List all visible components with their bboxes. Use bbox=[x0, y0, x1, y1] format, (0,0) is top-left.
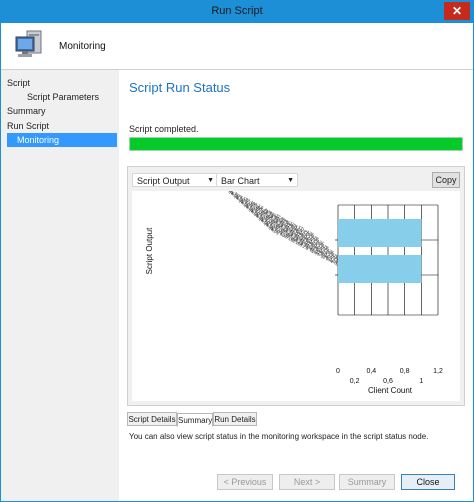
results-toolbar: Script Output ▼ Bar Chart ▼ Copy bbox=[132, 171, 460, 189]
chevron-down-icon: ▼ bbox=[207, 177, 214, 184]
bar bbox=[338, 219, 422, 247]
page-title: Script Run Status bbox=[129, 80, 231, 95]
x-tick-label: 1 bbox=[419, 378, 423, 385]
x-tick-label: 0,8 bbox=[400, 368, 410, 375]
previous-button[interactable]: < Previous bbox=[217, 474, 273, 490]
computer-monitor-icon bbox=[15, 30, 42, 57]
sidebar-item-summary[interactable]: Summary bbox=[7, 104, 117, 118]
copy-button[interactable]: Copy bbox=[432, 172, 460, 188]
title-bar[interactable]: Run Script ✕ bbox=[1, 1, 473, 23]
info-text: You can also view script status in the m… bbox=[129, 432, 429, 441]
header-title: Monitoring bbox=[59, 41, 106, 52]
wizard-header: Monitoring bbox=[1, 23, 473, 70]
chevron-down-icon: ▼ bbox=[287, 177, 294, 184]
status-text: Script completed. bbox=[129, 124, 199, 134]
x-tick-label: 0,6 bbox=[383, 378, 393, 385]
sidebar-item-run-script[interactable]: Run Script bbox=[7, 119, 117, 133]
results-panel: Script Output ▼ Bar Chart ▼ Copy Reply f… bbox=[127, 166, 465, 406]
view-select[interactable]: Bar Chart ▼ bbox=[216, 173, 298, 187]
run-script-window: Run Script ✕ Monitoring Script Script Pa… bbox=[0, 0, 474, 502]
close-icon[interactable]: ✕ bbox=[444, 2, 470, 20]
x-tick-label: 0,4 bbox=[366, 368, 376, 375]
sidebar-item-script[interactable]: Script bbox=[7, 76, 117, 90]
next-button[interactable]: Next > bbox=[279, 474, 335, 490]
bar bbox=[338, 255, 422, 283]
bar-chart: Reply from 192.168.2.5: bytes=32 time<1m… bbox=[145, 185, 443, 395]
sidebar-item-monitoring[interactable]: Monitoring bbox=[7, 133, 117, 147]
tab-run-details[interactable]: Run Details bbox=[213, 412, 257, 426]
view-select-value: Bar Chart bbox=[221, 176, 260, 186]
summary-button[interactable]: Summary bbox=[339, 474, 395, 490]
tab-summary[interactable]: Summary bbox=[177, 413, 213, 427]
main-content: Script Run Status Script completed. Scri… bbox=[119, 70, 473, 501]
output-select-value: Script Output bbox=[137, 176, 190, 186]
close-button[interactable]: Close bbox=[401, 474, 455, 490]
x-tick-label: 0 bbox=[336, 368, 340, 375]
x-tick-label: 1,2 bbox=[433, 368, 443, 375]
window-title: Run Script bbox=[211, 5, 263, 17]
chart-area: Reply from 192.168.2.5: bytes=32 time<1m… bbox=[132, 185, 460, 401]
x-axis-label: Client Count bbox=[368, 386, 413, 395]
tab-script-details[interactable]: Script Details bbox=[127, 412, 177, 426]
wizard-navigation: Script Script Parameters Summary Run Scr… bbox=[1, 70, 119, 501]
sidebar-item-script-parameters[interactable]: Script Parameters bbox=[15, 90, 117, 104]
x-tick-label: 0,2 bbox=[350, 378, 360, 385]
progress-bar bbox=[129, 137, 463, 151]
output-select[interactable]: Script Output ▼ bbox=[132, 173, 218, 187]
y-axis-label: Script Output bbox=[145, 227, 154, 274]
